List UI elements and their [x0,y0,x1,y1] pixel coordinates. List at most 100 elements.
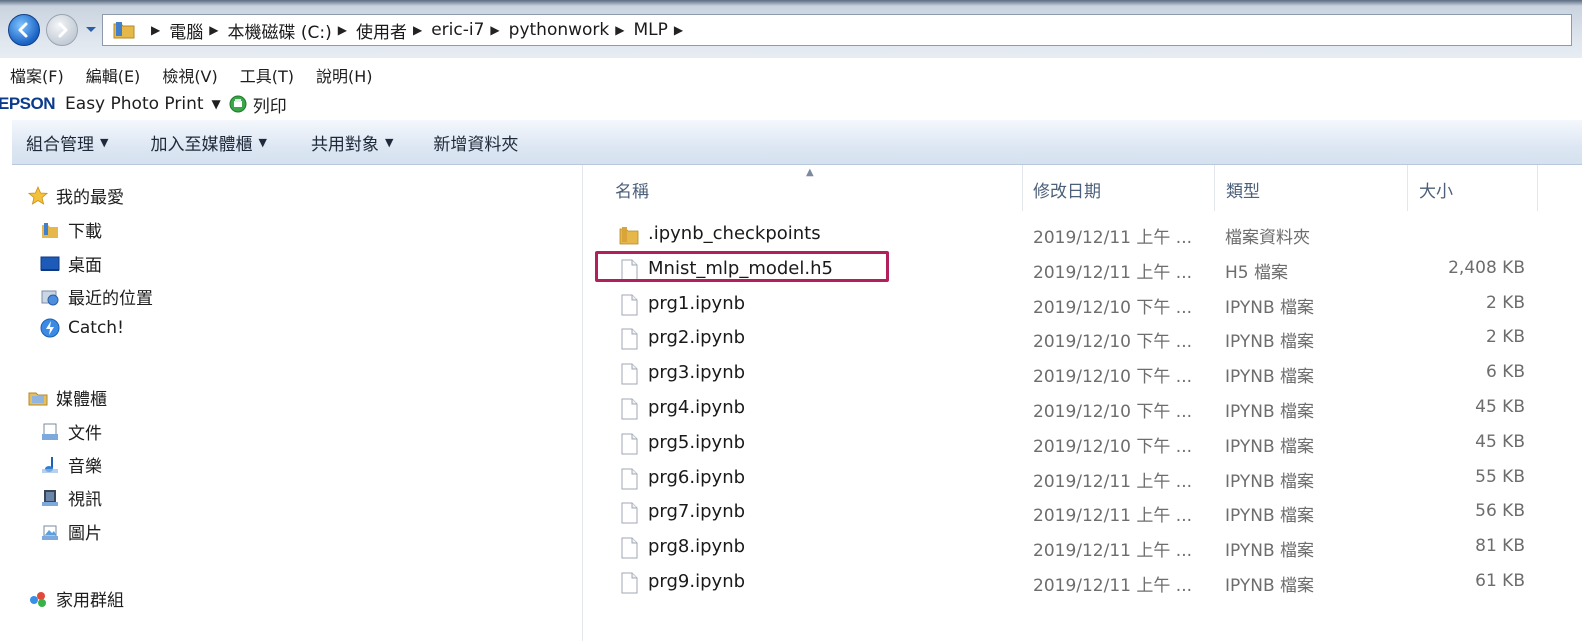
nav-pictures[interactable]: 圖片 [40,519,102,544]
file-size: 2 KB [1485,292,1525,313]
pane-divider[interactable] [582,165,583,641]
breadcrumb-computer[interactable]: 電腦 [169,18,203,43]
navigation-pane: 我的最愛 下載 桌面 最近的位置 Catch! 媒體櫃 文件 音樂 視訊 圖片 … [12,165,582,641]
file-icon [621,468,638,490]
file-row[interactable]: prg7.ipynb 2019/12/11 上午 ... IPYNB 檔案 56 KB [584,496,1582,530]
column-header-type[interactable]: 類型 [1226,177,1260,202]
chevron-down-icon[interactable]: ▼ [212,97,221,111]
file-name: prg6.ipynb [648,466,746,488]
file-type: IPYNB 檔案 [1225,436,1315,457]
file-modified-date: 2019/12/10 下午 ... [1033,402,1193,422]
file-name: prg5.ipynb [648,431,746,453]
chevron-down-icon: ▼ [384,135,394,149]
file-row[interactable]: Mnist_mlp_model.h5 2019/12/11 上午 ... H5 檔案… [584,253,1582,287]
file-name: prg3.ipynb [648,362,746,384]
file-size: 45 KB [1475,397,1525,417]
breadcrumb-users[interactable]: 使用者 [356,18,407,43]
breadcrumb-separator-icon[interactable]: ▶ [151,23,160,37]
file-row[interactable]: prg4.ipynb 2019/12/10 下午 ... IPYNB 檔案 45 KB [584,392,1582,426]
menu-bar: 檔案(F) 編輯(E) 檢視(V) 工具(T) 說明(H) [0,60,383,90]
column-header-size[interactable]: 大小 [1419,177,1453,202]
nav-recent-places[interactable]: 最近的位置 [40,284,153,309]
catch-app-icon [40,318,60,338]
file-row[interactable]: prg2.ipynb 2019/12/10 下午 ... IPYNB 檔案 2 KB [584,322,1582,356]
file-type: IPYNB 檔案 [1225,332,1315,353]
forward-button[interactable] [46,14,78,46]
file-name: prg7.ipynb [648,501,746,523]
new-folder-button[interactable]: 新增資料夾 [433,130,518,155]
nav-documents[interactable]: 文件 [40,419,102,444]
downloads-folder-icon [42,222,58,238]
address-bar[interactable]: ▶ 電腦 ▶ 本機磁碟 (C:) ▶ 使用者 ▶ eric-i7 ▶ pytho… [102,14,1572,46]
breadcrumb-separator-icon[interactable]: ▶ [615,23,624,37]
column-divider[interactable] [1407,165,1408,211]
print-icon [229,95,247,113]
print-button[interactable]: 列印 [253,92,287,117]
nav-favorites-label: 我的最愛 [56,188,124,208]
breadcrumb-separator-icon[interactable]: ▶ [413,23,422,37]
file-icon [621,537,638,559]
organize-button[interactable]: 組合管理 ▼ [26,130,108,155]
menu-help[interactable]: 說明(H) [316,63,373,87]
folder-row[interactable]: .ipynb_checkpoints 2019/12/11 上午 ... 檔案資料夾 [584,218,1582,252]
breadcrumb-separator-icon[interactable]: ▶ [209,23,218,37]
share-with-button[interactable]: 共用對象 ▼ [311,130,393,155]
file-name: prg9.ipynb [648,571,746,592]
organize-label: 組合管理 [26,134,94,155]
file-modified-date: 2019/12/10 下午 ... [1033,367,1193,388]
breadcrumb-separator-icon[interactable]: ▶ [674,23,683,37]
file-size: 45 KB [1475,431,1525,452]
nav-libraries[interactable]: 媒體櫃 [28,385,107,410]
file-icon [621,572,638,594]
column-divider[interactable] [1214,165,1215,211]
new-folder-label: 新增資料夾 [433,134,519,155]
nav-favorites[interactable]: 我的最愛 [28,183,124,208]
menu-file[interactable]: 檔案(F) [10,63,64,87]
file-modified-date: 2019/12/10 下午 ... [1033,297,1193,318]
file-row[interactable]: prg9.ipynb 2019/12/11 上午 ... IPYNB 檔案 61 KB [584,566,1582,600]
file-modified-date: 2019/12/11 上午 ... [1033,471,1193,492]
share-with-label: 共用對象 [310,134,379,155]
column-headers: ▲ 名稱 修改日期 類型 大小 [584,165,1582,211]
file-row[interactable]: prg3.ipynb 2019/12/10 下午 ... IPYNB 檔案 6 KB [584,357,1582,391]
documents-icon [42,423,58,440]
breadcrumb-pythonwork[interactable]: pythonwork [509,20,610,40]
nav-videos-label: 視訊 [68,490,102,510]
nav-desktop[interactable]: 桌面 [40,251,102,276]
breadcrumb-local-disk[interactable]: 本機磁碟 (C:) [227,18,331,43]
file-row[interactable]: prg1.ipynb 2019/12/10 下午 ... IPYNB 檔案 2 KB [584,288,1582,322]
breadcrumb-separator-icon[interactable]: ▶ [490,23,499,37]
nav-music[interactable]: 音樂 [40,452,102,477]
menu-edit[interactable]: 編輯(E) [86,63,141,87]
nav-libraries-label: 媒體櫃 [56,390,107,410]
column-header-date[interactable]: 修改日期 [1033,177,1101,202]
libraries-icon [28,392,48,405]
breadcrumb-mlp[interactable]: MLP [634,20,668,40]
breadcrumb-separator-icon[interactable]: ▶ [338,23,347,37]
file-row[interactable]: prg8.ipynb 2019/12/11 上午 ... IPYNB 檔案 81 KB [584,531,1582,565]
breadcrumb-user[interactable]: eric-i7 [431,20,484,40]
file-icon [621,433,638,455]
file-type: IPYNB 檔案 [1225,506,1315,527]
address-toolbar: ▶ 電腦 ▶ 本機磁碟 (C:) ▶ 使用者 ▶ eric-i7 ▶ pytho… [0,0,1582,58]
back-button[interactable] [8,14,40,46]
nav-downloads[interactable]: 下載 [40,217,102,242]
file-row[interactable]: prg5.ipynb 2019/12/10 下午 ... IPYNB 檔案 45 KB [584,427,1582,461]
menu-view[interactable]: 檢視(V) [162,63,217,87]
nav-videos[interactable]: 視訊 [40,485,102,510]
column-header-name[interactable]: 名稱 [615,177,649,202]
menu-tools[interactable]: 工具(T) [240,63,294,87]
nav-catch[interactable]: Catch! [40,318,124,338]
easy-photo-print-button[interactable]: Easy Photo Print [65,94,203,114]
nav-homegroup[interactable]: 家用群組 [28,586,124,611]
epson-toolbar: EPSON Easy Photo Print ▼ 列印 [0,90,287,118]
recent-pages-dropdown-icon[interactable] [84,22,98,36]
folder-icon [619,227,639,245]
file-row[interactable]: prg6.ipynb 2019/12/11 上午 ... IPYNB 檔案 55 KB [584,462,1582,496]
column-divider[interactable] [1022,165,1023,211]
add-to-library-button[interactable]: 加入至媒體櫃 ▼ [150,130,266,155]
column-divider[interactable] [1537,165,1538,211]
arrow-left-icon [18,22,28,38]
nav-music-label: 音樂 [68,457,102,477]
nav-homegroup-label: 家用群組 [56,591,124,611]
